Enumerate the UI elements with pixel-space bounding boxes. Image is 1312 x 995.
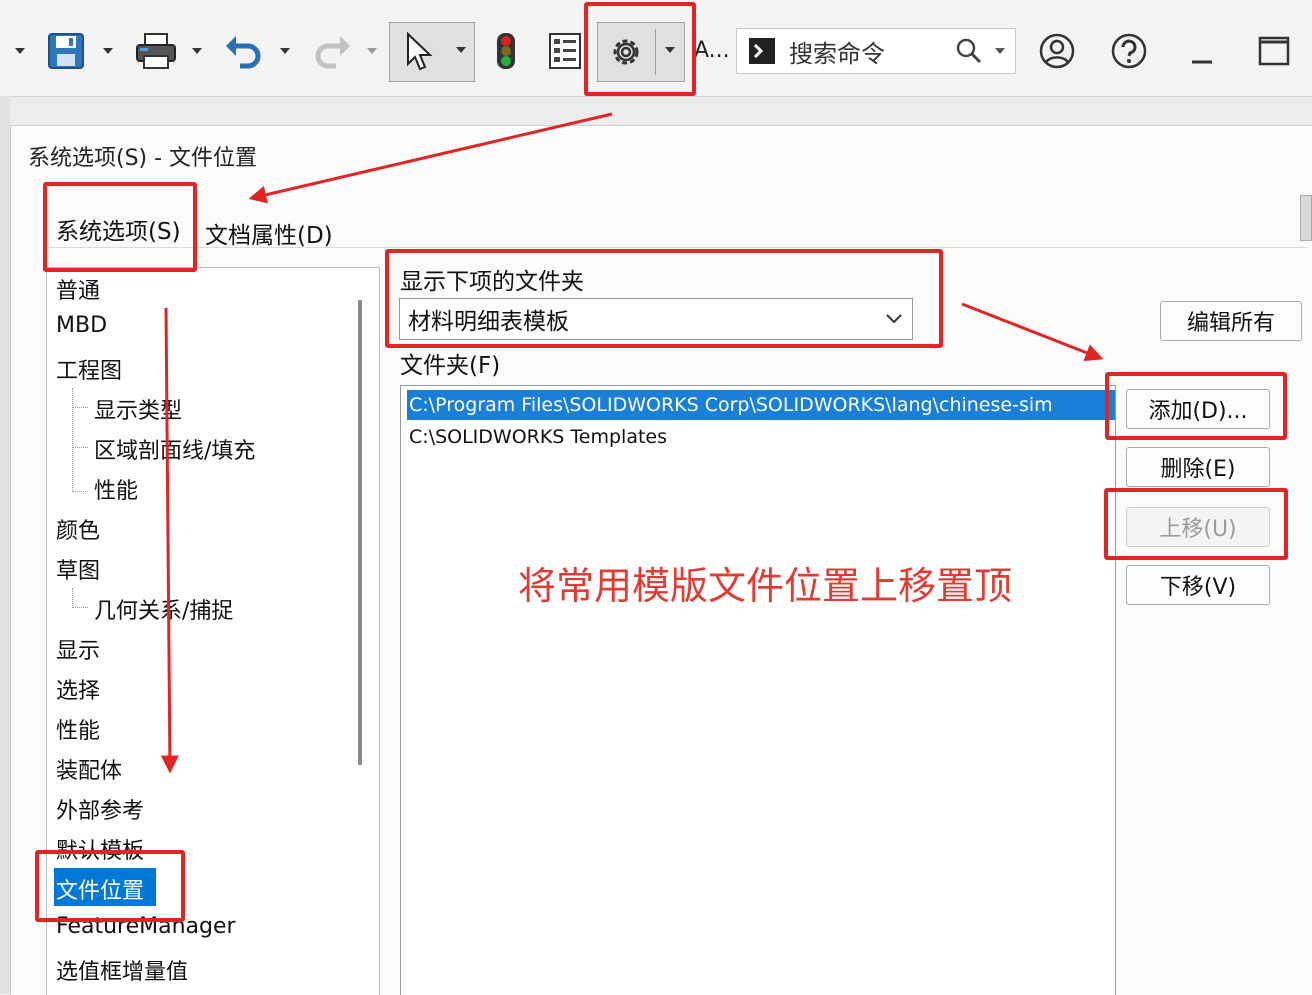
annotation-arrows [160,112,1104,774]
arrow-tree-down [160,307,179,774]
arrow-select-to-add [961,302,1104,362]
arrow-options-to-tab [248,112,613,204]
